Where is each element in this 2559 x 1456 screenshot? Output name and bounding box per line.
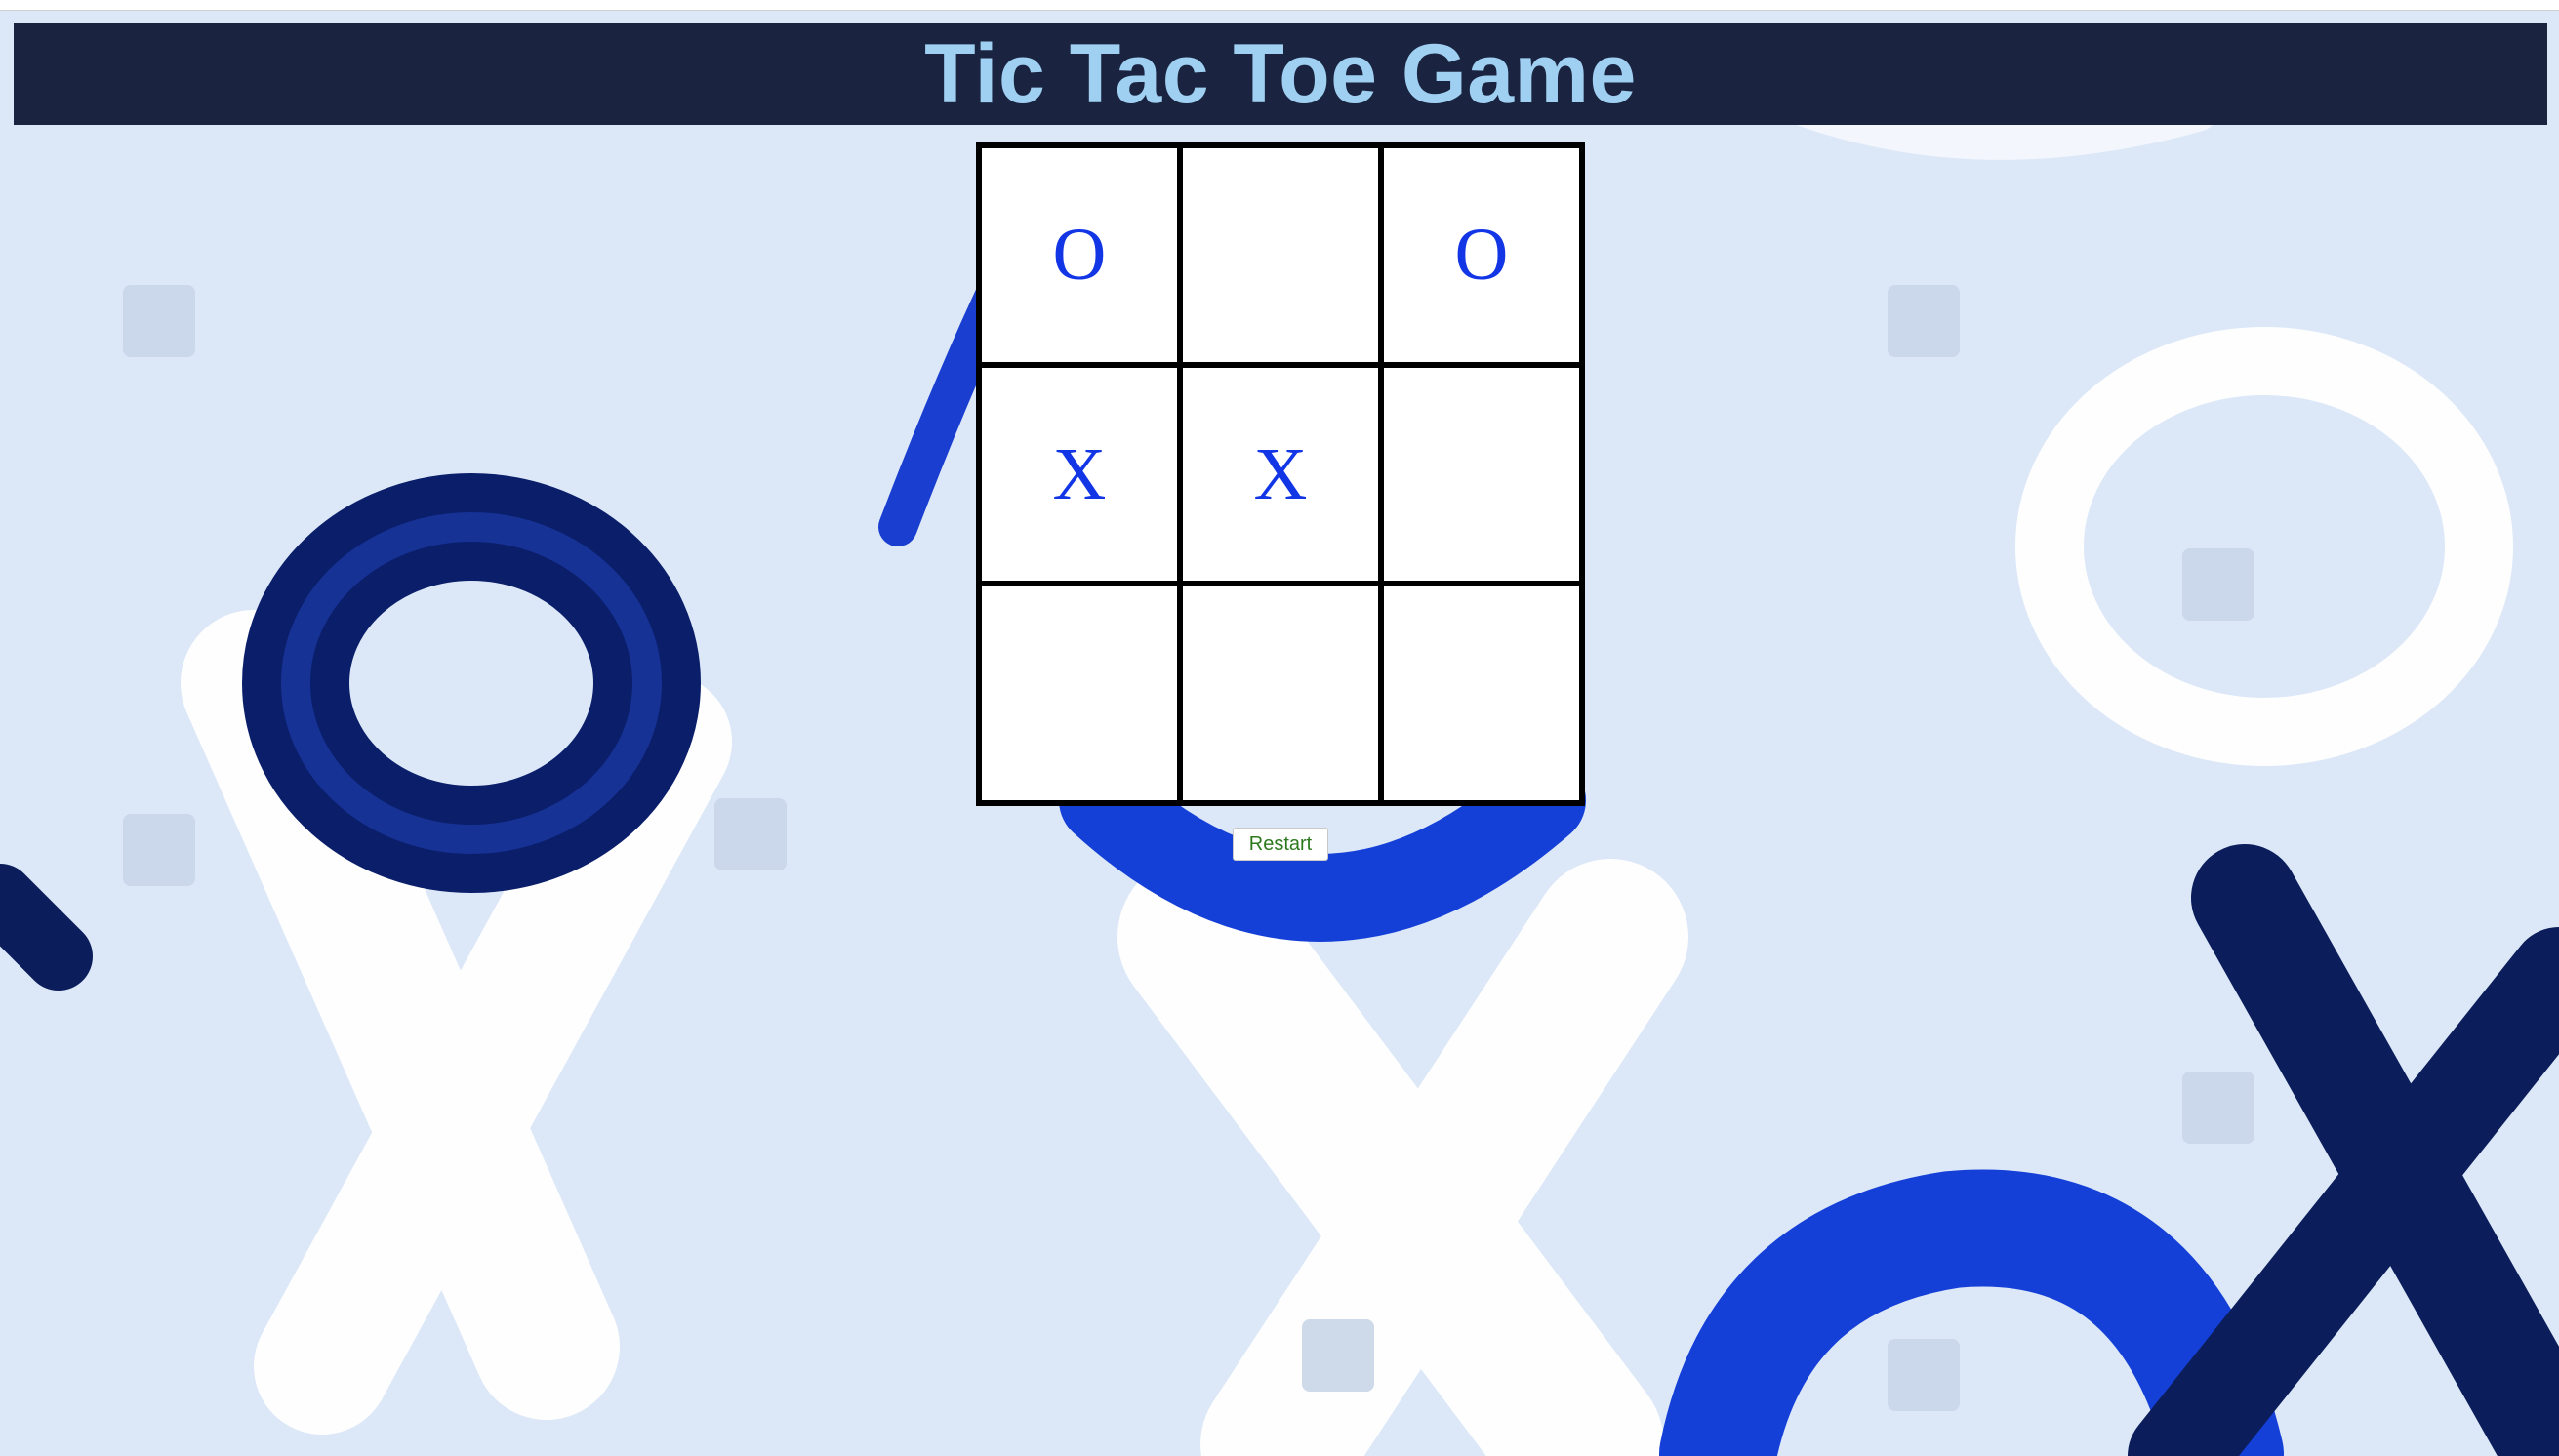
board-cell-1[interactable]: O (982, 148, 1177, 362)
cell-mark: O (1052, 214, 1107, 297)
cell-mark: X (1253, 432, 1308, 515)
board-cell-7[interactable] (982, 586, 1177, 800)
board-cell-9[interactable] (1384, 586, 1579, 800)
page-title: Tic Tac Toe Game (924, 27, 1637, 121)
title-bar: Tic Tac Toe Game (14, 23, 2547, 125)
board-cell-2[interactable] (1183, 148, 1378, 362)
board-cell-6[interactable] (1384, 367, 1579, 582)
cell-mark: O (1454, 214, 1509, 297)
cell-mark: X (1052, 432, 1107, 515)
game-board: O O X X (976, 142, 1585, 806)
restart-button[interactable]: Restart (1233, 828, 1328, 861)
board-cell-8[interactable] (1183, 586, 1378, 800)
board-cell-3[interactable]: O (1384, 148, 1579, 362)
board-cell-4[interactable]: X (982, 367, 1177, 582)
board-cell-5[interactable]: X (1183, 367, 1378, 582)
browser-top-edge (0, 0, 2559, 11)
